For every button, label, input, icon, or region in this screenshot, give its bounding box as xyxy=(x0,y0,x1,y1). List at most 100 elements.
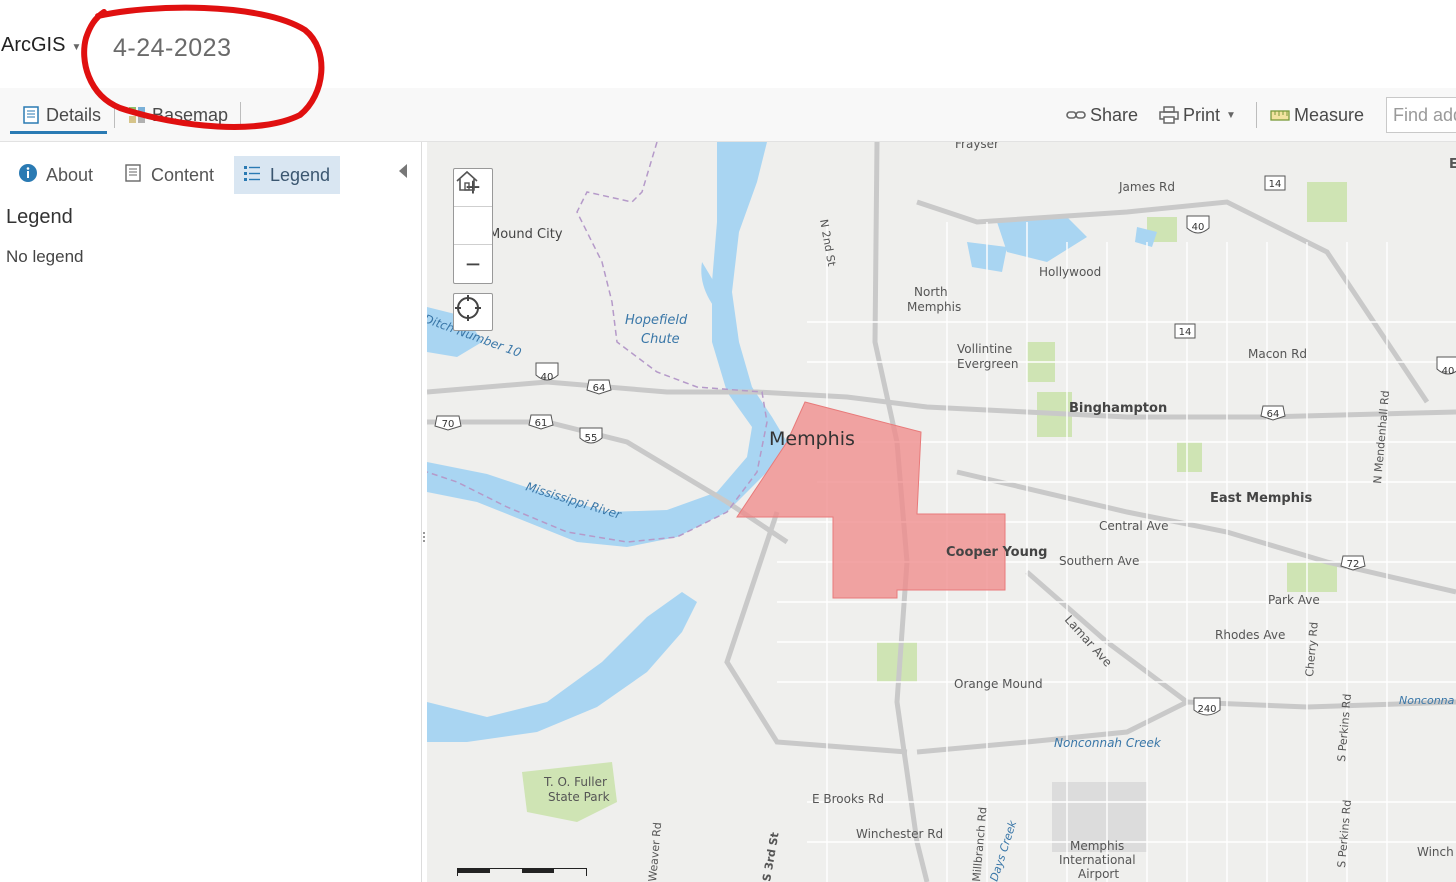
tab-content-label: Content xyxy=(151,164,215,185)
tab-about[interactable]: About xyxy=(10,156,101,194)
tab-legend-label: Legend xyxy=(270,164,331,185)
scale-bar xyxy=(457,868,587,876)
map-label: S Perkins Rd xyxy=(1335,799,1354,868)
map-label: Airport xyxy=(1078,867,1119,881)
map-label: Macon Rd xyxy=(1248,347,1307,361)
state-route-shield: 14 xyxy=(1174,323,1196,339)
zoom-out-button[interactable]: − xyxy=(454,245,492,283)
svg-text:40: 40 xyxy=(1442,366,1455,377)
app-name: ArcGIS xyxy=(1,34,66,56)
tab-legend[interactable]: Legend xyxy=(234,156,340,194)
arcgis-map-viewer: ArcGIS ▼ 4-24-2023 Details Basemap Share xyxy=(0,0,1456,882)
map-label: Weaver Rd xyxy=(646,822,664,882)
map-label: Rhodes Ave xyxy=(1215,628,1285,642)
ruler-icon xyxy=(1270,106,1290,124)
tab-about-label: About xyxy=(46,164,94,185)
tab-basemap[interactable]: Basemap xyxy=(128,102,228,128)
map-label: Memphis xyxy=(1070,839,1124,853)
svg-text:64: 64 xyxy=(593,383,606,394)
link-icon xyxy=(1066,106,1086,124)
map-label: N Mendenhall Rd xyxy=(1371,390,1392,484)
map-label: Memphis xyxy=(769,428,855,450)
locate-button[interactable] xyxy=(453,293,493,331)
map-label: Central Ave xyxy=(1099,519,1169,533)
tab-content[interactable]: Content xyxy=(115,156,222,194)
app-menu[interactable]: ArcGIS ▼ xyxy=(1,34,81,57)
map-label: S 3rd St xyxy=(760,831,781,882)
interstate-shield: 40 xyxy=(535,362,559,383)
print-label: Print xyxy=(1183,104,1221,125)
divider xyxy=(1256,102,1257,128)
map-label: E xyxy=(1449,157,1456,172)
svg-text:14: 14 xyxy=(1179,327,1192,338)
map-label: E Brooks Rd xyxy=(812,792,884,806)
map-title: 4-24-2023 xyxy=(113,34,232,62)
map-label: Winch xyxy=(1417,845,1454,859)
map-label: Southern Ave xyxy=(1059,554,1139,568)
share-label: Share xyxy=(1090,104,1139,125)
map-label: Cherry Rd xyxy=(1303,621,1321,677)
svg-text:40: 40 xyxy=(541,372,554,383)
interstate-shield: 55 xyxy=(579,427,603,444)
map-label: Winchester Rd xyxy=(856,827,943,841)
home-icon xyxy=(456,170,478,191)
interstate-shield: 40 xyxy=(1436,356,1456,377)
crosshair-icon xyxy=(455,295,481,321)
svg-text:64: 64 xyxy=(1267,409,1280,420)
info-icon xyxy=(18,163,38,188)
home-button[interactable] xyxy=(454,170,492,245)
divider xyxy=(240,102,241,128)
map-label: Cooper Young xyxy=(946,545,1047,560)
us-route-shield: 61 xyxy=(528,414,554,430)
map-view[interactable]: Frayser James Rd Mound City N 2nd St Hol… xyxy=(427,142,1456,882)
print-button[interactable]: Print ▼ xyxy=(1159,102,1236,128)
basemap-canvas: Frayser James Rd Mound City N 2nd St Hol… xyxy=(427,142,1456,882)
legend-heading: Legend xyxy=(6,206,73,228)
map-label: Memphis xyxy=(907,300,961,314)
details-icon xyxy=(22,106,40,124)
measure-label: Measure xyxy=(1294,104,1365,125)
map-label: N 2nd St xyxy=(817,218,838,268)
svg-text:70: 70 xyxy=(442,419,455,430)
legend-icon xyxy=(242,163,262,188)
map-label: James Rd xyxy=(1118,180,1175,194)
us-route-shield: 70 xyxy=(434,415,462,431)
map-label: Frayser xyxy=(955,142,999,151)
content-icon xyxy=(123,163,143,188)
state-route-shield: 14 xyxy=(1264,175,1286,191)
active-tab-indicator xyxy=(10,131,107,134)
map-label: International xyxy=(1059,853,1136,867)
chevron-down-icon: ▼ xyxy=(1226,109,1236,121)
svg-text:72: 72 xyxy=(1347,559,1360,570)
tab-details[interactable]: Details xyxy=(22,102,101,128)
toolbar: Details Basemap Share Print ▼ Measure Fi… xyxy=(0,88,1456,142)
measure-button[interactable]: Measure xyxy=(1270,102,1364,128)
collapse-panel-icon[interactable] xyxy=(399,164,407,178)
zoom-controls: + − xyxy=(453,168,493,284)
map-label: Hopefield xyxy=(625,313,688,328)
interstate-shield: 40 xyxy=(1186,215,1210,234)
map-label: Hollywood xyxy=(1039,265,1101,279)
map-label: Days Creek xyxy=(987,818,1019,882)
map-label: State Park xyxy=(548,790,610,804)
header: ArcGIS ▼ 4-24-2023 xyxy=(0,0,1456,88)
map-label: Vollintine xyxy=(957,342,1012,356)
divider xyxy=(114,102,115,128)
map-label: Evergreen xyxy=(957,357,1018,371)
panel-splitter[interactable] xyxy=(422,530,426,546)
svg-text:40: 40 xyxy=(1192,222,1205,233)
map-label: East Memphis xyxy=(1210,491,1312,506)
us-route-shield: 64 xyxy=(586,379,612,395)
svg-text:240: 240 xyxy=(1197,704,1216,715)
map-label: Nonconna xyxy=(1399,694,1455,707)
details-panel: About Content Legend Legend No legend xyxy=(0,142,422,882)
map-label: North xyxy=(914,285,948,299)
svg-text:55: 55 xyxy=(585,433,598,444)
map-label: Nonconnah Creek xyxy=(1054,736,1162,750)
chevron-down-icon: ▼ xyxy=(71,42,82,53)
find-address-input[interactable]: Find add xyxy=(1386,97,1456,133)
share-button[interactable]: Share xyxy=(1066,102,1138,128)
tab-basemap-label: Basemap xyxy=(152,104,229,125)
printer-icon xyxy=(1159,106,1179,124)
svg-text:14: 14 xyxy=(1269,179,1282,190)
